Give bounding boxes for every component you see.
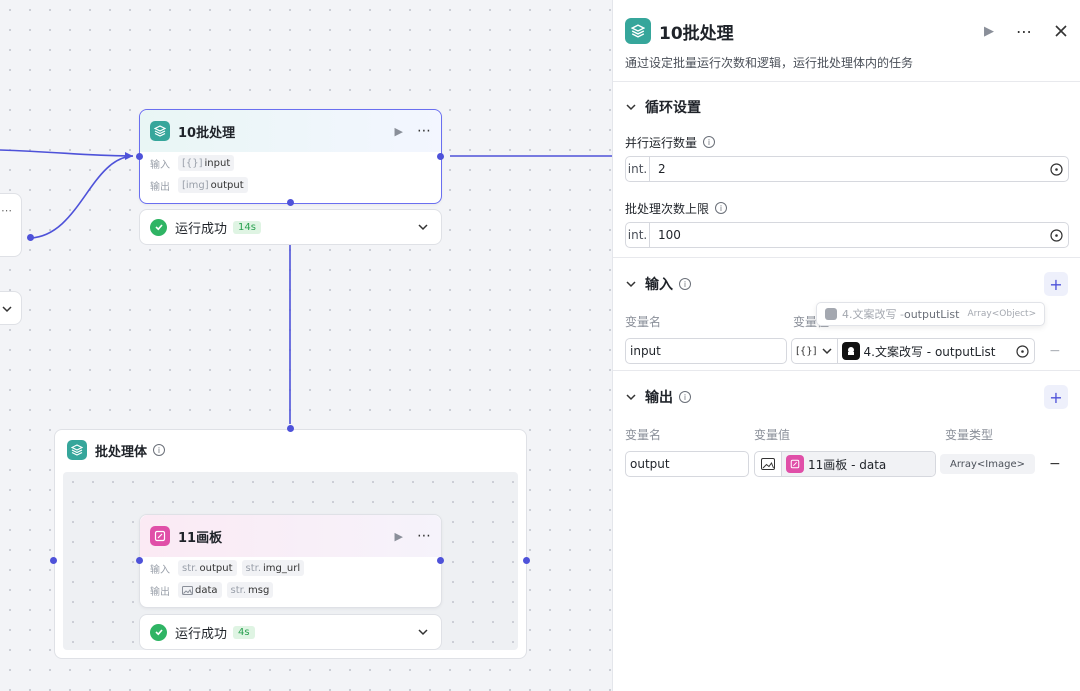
- input-tag: [{}] input: [178, 155, 235, 171]
- input-variable-row: input [{}] 4.文案改写 - outputList −: [625, 338, 1068, 364]
- output-type-chip: Array<Image>: [940, 454, 1035, 474]
- check-circle-icon: [150, 623, 167, 641]
- parallel-count-input[interactable]: int. 2: [625, 156, 1069, 182]
- chevron-down-icon[interactable]: [415, 219, 431, 235]
- loop-settings-section: 循环设置 并行运行数量 i int. 2 批处理次数上限 i int. 100: [613, 82, 1080, 258]
- group-port-right[interactable]: [523, 557, 530, 564]
- variable-ref-icon[interactable]: [1044, 162, 1068, 176]
- workflow-canvas[interactable]: ⋯ 10批处理 ▶ ⋯ 输入 [{}] input 输出 [img] output: [0, 0, 612, 691]
- batch-port-body[interactable]: [287, 199, 294, 206]
- panel-header: 10批处理 ▶ ⋯ 通过设定批量运行次数和逻辑，运行批处理体内的任务: [613, 0, 1080, 82]
- info-icon[interactable]: i: [679, 278, 691, 290]
- output-tag: str. msg: [226, 582, 274, 598]
- batch-node-title: 10批处理: [178, 125, 236, 141]
- col-var-value: 变量值: [754, 427, 791, 442]
- group-title: 批处理体: [95, 444, 148, 460]
- status-text: 运行成功: [175, 221, 228, 237]
- type-select[interactable]: [{}]: [792, 346, 821, 357]
- batch-port-out[interactable]: [437, 153, 444, 160]
- draw-node-inputs: 输入 str. output str. img_url: [140, 557, 441, 579]
- output-var-value-select[interactable]: 11画板 - data: [754, 451, 936, 477]
- run-icon[interactable]: ▶: [395, 530, 403, 543]
- input-tag: str. output: [178, 560, 237, 576]
- remove-input-button[interactable]: −: [1049, 343, 1061, 359]
- add-input-button[interactable]: +: [1044, 272, 1068, 296]
- section-title: 输出: [645, 390, 673, 406]
- port-upstream-out[interactable]: [27, 234, 34, 241]
- close-icon[interactable]: [1054, 24, 1068, 38]
- output-tag: [img] output: [178, 177, 248, 193]
- draw-node-outputs: 输出 data str. msg: [140, 579, 441, 601]
- image-icon: [182, 585, 193, 595]
- batch-status-bar[interactable]: 运行成功 14s: [139, 209, 442, 245]
- input-tag: str. img_url: [241, 560, 305, 576]
- section-title: 输入: [645, 277, 673, 293]
- partial-status-upstream[interactable]: [0, 291, 22, 325]
- variable-ref-icon[interactable]: [1044, 228, 1068, 242]
- batch-node[interactable]: 10批处理 ▶ ⋯ 输入 [{}] input 输出 [img] output: [139, 109, 442, 204]
- draw-node-title: 11画板: [178, 530, 223, 546]
- limit-label: 批处理次数上限 i: [625, 198, 1068, 218]
- draw-node[interactable]: 11画板 ▶ ⋯ 输入 str. output str. img_url 输出 da…: [139, 514, 442, 608]
- output-var-name-field[interactable]: output: [625, 451, 749, 477]
- variable-tooltip: 4.文案改写 - outputList Array<Object>: [816, 302, 1046, 326]
- image-icon: [755, 452, 782, 476]
- status-text: 运行成功: [175, 626, 228, 642]
- batch-node-outputs: 输出 [img] output: [140, 174, 441, 196]
- more-icon[interactable]: ⋯: [1016, 22, 1032, 41]
- run-icon[interactable]: ▶: [395, 125, 403, 138]
- parallel-label: 并行运行数量 i: [625, 132, 1068, 152]
- batch-port-in[interactable]: [136, 153, 143, 160]
- chevron-down-icon[interactable]: [625, 391, 637, 403]
- chevron-down-icon[interactable]: [415, 624, 431, 640]
- info-icon[interactable]: i: [703, 136, 716, 148]
- remove-output-button[interactable]: −: [1049, 456, 1061, 472]
- more-icon[interactable]: ⋯: [1, 204, 12, 217]
- output-section: 输出 i + 变量名 变量值 变量类型 output 11画板 - data A…: [613, 371, 1080, 477]
- more-icon[interactable]: ⋯: [417, 123, 431, 139]
- col-var-type: 变量类型: [945, 427, 994, 442]
- duration-badge: 4s: [233, 625, 255, 639]
- batch-node-inputs: 输入 [{}] input: [140, 152, 441, 174]
- draw-port-in[interactable]: [136, 557, 143, 564]
- draw-status-bar[interactable]: 运行成功 4s: [139, 614, 442, 650]
- layers-icon: [67, 440, 87, 460]
- draw-node-header: 11画板 ▶ ⋯: [140, 515, 441, 557]
- batch-node-header: 10批处理 ▶ ⋯: [140, 110, 441, 152]
- add-output-button[interactable]: +: [1044, 385, 1068, 409]
- chevron-down-icon[interactable]: [1, 303, 13, 315]
- layers-icon: [150, 121, 170, 141]
- more-icon[interactable]: ⋯: [417, 528, 431, 544]
- output-tag: data: [178, 582, 222, 598]
- info-icon[interactable]: i: [715, 202, 728, 214]
- layers-icon: [625, 18, 651, 44]
- input-var-value-select[interactable]: [{}] 4.文案改写 - outputList: [791, 338, 1035, 364]
- input-var-name-field[interactable]: input: [625, 338, 787, 364]
- canvas-board-icon: [786, 455, 804, 473]
- info-icon[interactable]: i: [679, 391, 691, 403]
- chevron-down-icon[interactable]: [821, 345, 833, 357]
- canvas-board-icon: [150, 526, 170, 546]
- col-var-name: 变量名: [625, 314, 662, 329]
- output-variable-row: output 11画板 - data Array<Image> −: [625, 451, 1068, 477]
- source-node-icon: [825, 308, 837, 320]
- run-icon[interactable]: ▶: [984, 24, 994, 39]
- batch-limit-input[interactable]: int. 100: [625, 222, 1069, 248]
- section-title: 循环设置: [645, 100, 701, 116]
- draw-port-out[interactable]: [437, 557, 444, 564]
- check-circle-icon: [150, 218, 167, 236]
- col-var-name: 变量名: [625, 427, 662, 442]
- info-icon[interactable]: i: [153, 444, 166, 456]
- duration-badge: 14s: [233, 220, 261, 234]
- variable-ref-icon[interactable]: [1010, 344, 1034, 358]
- group-port-top[interactable]: [287, 425, 294, 432]
- chevron-down-icon[interactable]: [625, 101, 637, 113]
- panel-description: 通过设定批量运行次数和逻辑，运行批处理体内的任务: [625, 56, 914, 70]
- source-node-icon: [841, 342, 860, 360]
- node-config-panel: 10批处理 ▶ ⋯ 通过设定批量运行次数和逻辑，运行批处理体内的任务 循环设置 …: [612, 0, 1080, 691]
- panel-title: 10批处理: [659, 23, 734, 44]
- chevron-down-icon[interactable]: [625, 278, 637, 290]
- group-port-left[interactable]: [50, 557, 57, 564]
- partial-node-upstream[interactable]: ⋯: [0, 193, 22, 257]
